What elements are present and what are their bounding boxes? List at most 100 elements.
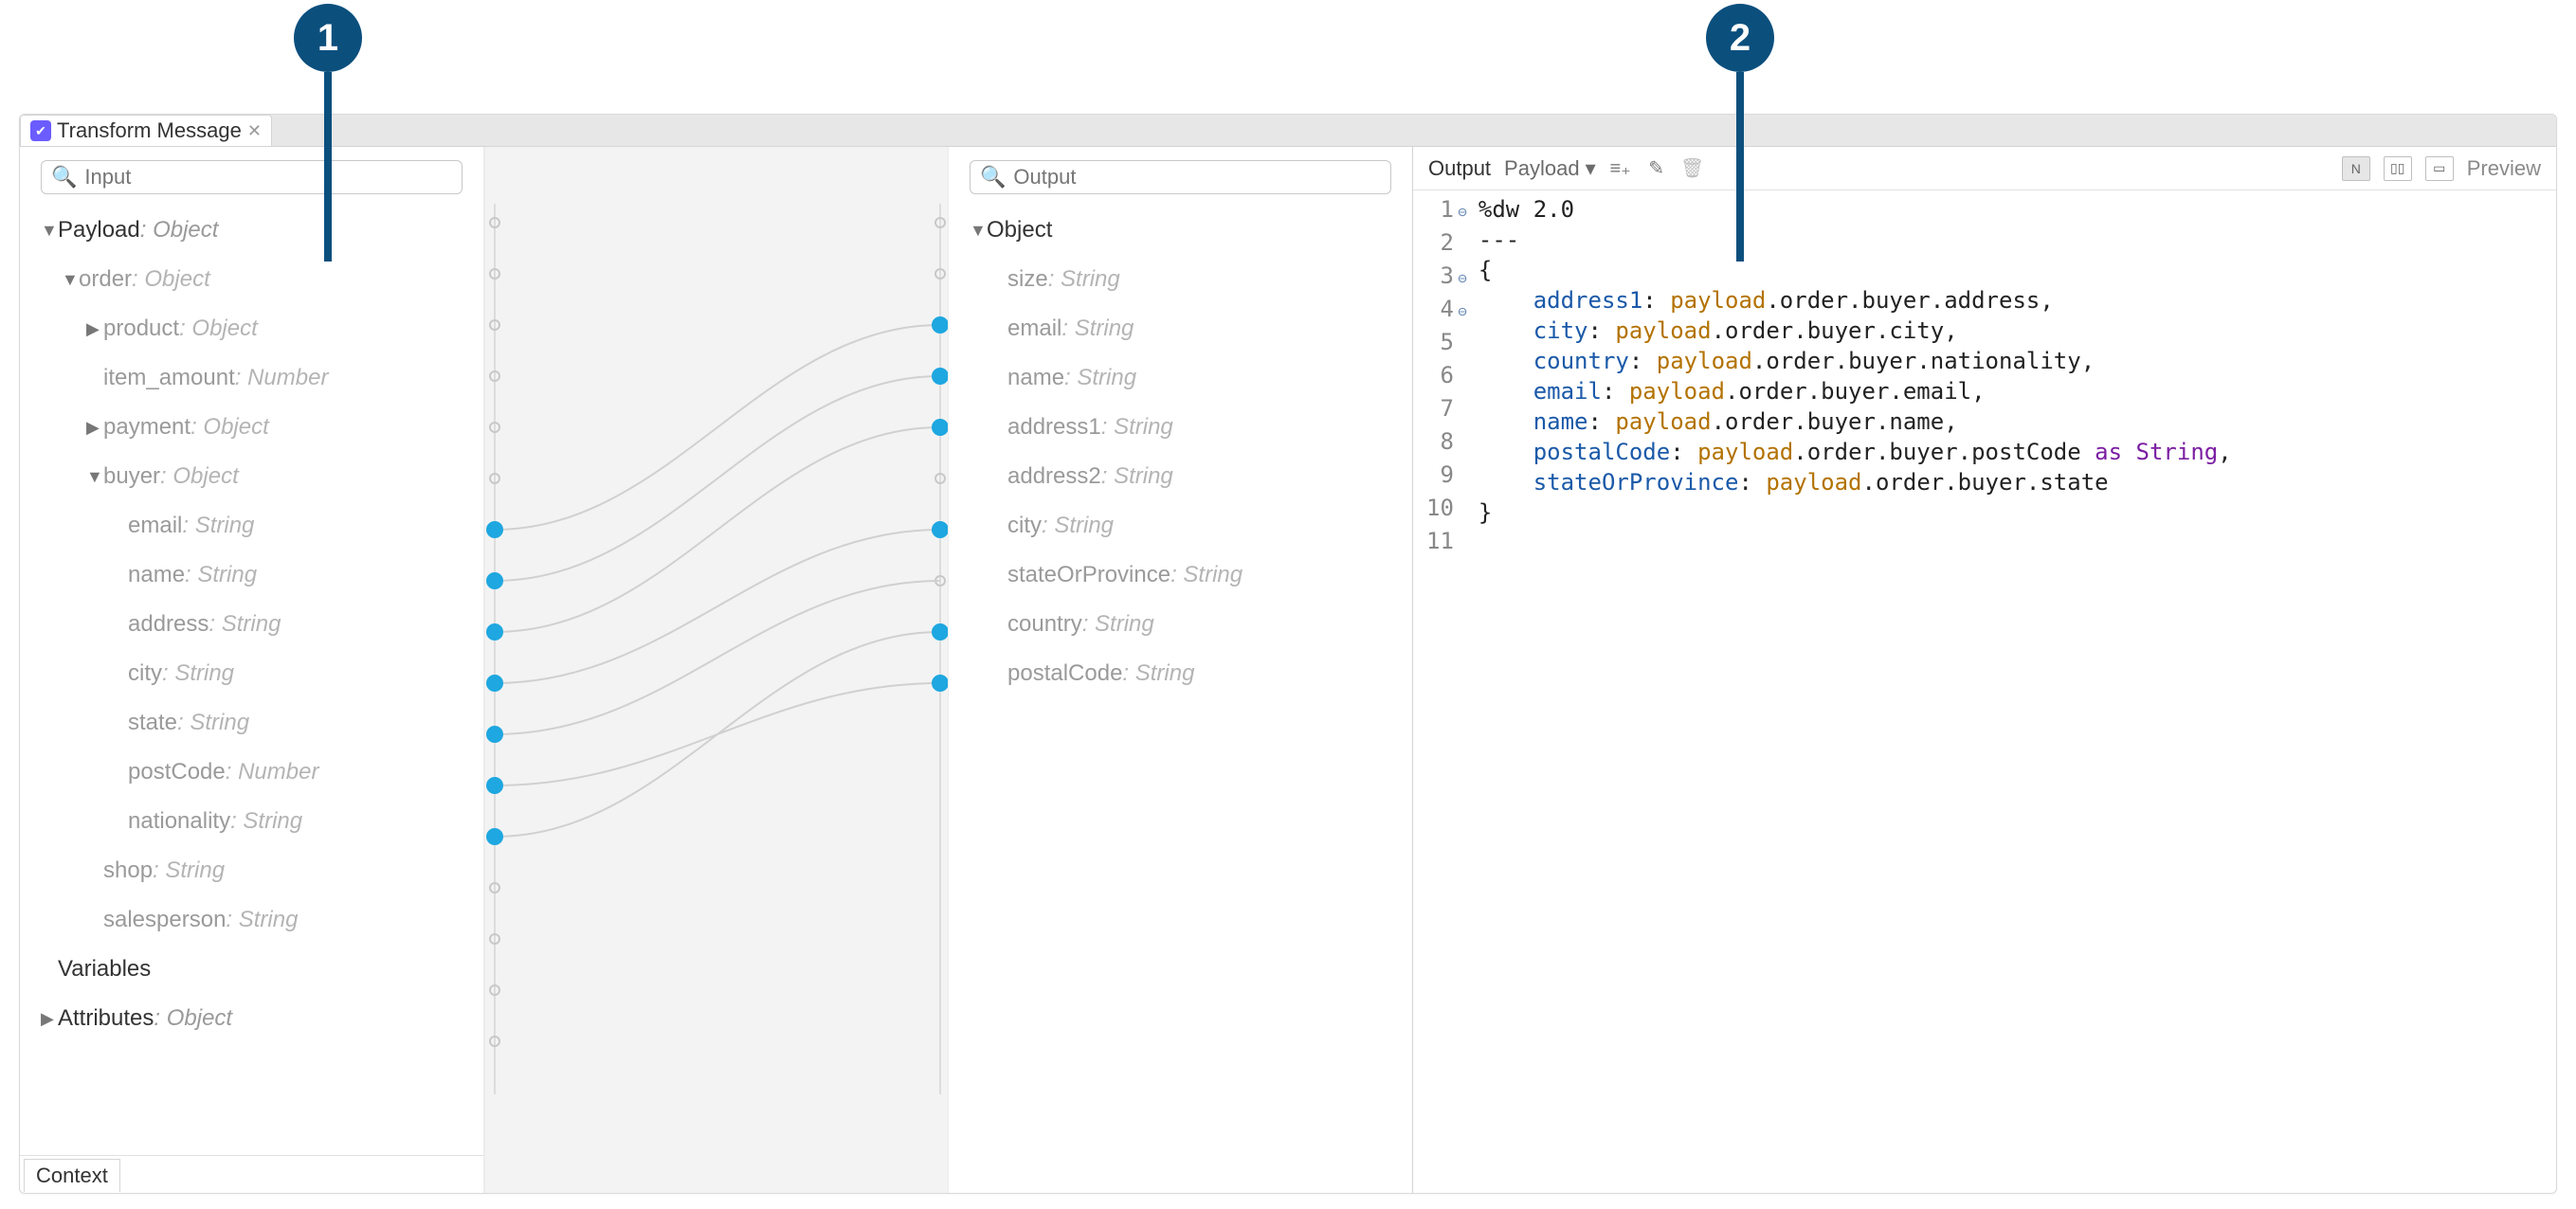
field-type: : String [1061,316,1134,342]
code-line[interactable]: name: payload.order.buyer.name, [1478,406,2556,437]
field-type: : String [230,808,302,835]
field-name: postalCode [1007,660,1122,687]
gutter-line: 2 [1426,227,1467,261]
field-name: address1 [1007,414,1101,441]
transform-message-window: ✔ Transform Message ✕ 🔍 ▼Payload : Objec… [19,114,2557,1194]
field-type: : String [209,611,281,638]
output-tree[interactable]: ▼Objectsize : Stringemail : Stringname :… [949,206,1412,1193]
tree-row[interactable]: ▼order : Object [35,255,468,304]
tree-row[interactable]: Variables [35,945,468,994]
output-search-field[interactable] [1013,165,1381,189]
gutter-line: 5 [1426,327,1467,360]
tree-row[interactable]: salesperson : String [35,895,468,945]
code-line[interactable]: country: payload.order.buyer.nationality… [1478,346,2556,376]
tree-row[interactable]: ▶product : Object [35,304,468,353]
code-line[interactable]: } [1478,497,2556,528]
field-type: : String [182,513,254,539]
edit-icon[interactable]: ✎ [1645,157,1668,180]
field-name: postCode [128,759,226,785]
gutter-line: 8 [1426,426,1467,460]
tree-row[interactable]: address : String [35,600,468,649]
code-line[interactable]: --- [1478,225,2556,255]
tree-row[interactable]: ▼Payload : Object [35,206,468,255]
chevron-right-icon[interactable]: ▶ [41,1009,58,1029]
field-name: Object [987,217,1052,244]
input-search[interactable]: 🔍 [41,160,463,194]
search-icon: 🔍 [51,165,77,189]
chevron-right-icon[interactable]: ▶ [86,319,103,339]
code-line[interactable]: { [1478,255,2556,285]
tree-row[interactable]: ▼Object [964,206,1397,255]
tree-row[interactable]: email : String [964,304,1397,353]
close-icon[interactable]: ✕ [247,121,262,141]
tree-row[interactable]: name : String [964,353,1397,403]
tree-row[interactable]: email : String [35,501,468,550]
tree-row[interactable]: postalCode : String [964,649,1397,698]
tree-row[interactable]: city : String [964,501,1397,550]
tree-row[interactable]: address1 : String [964,403,1397,452]
add-target-icon[interactable]: ≡₊ [1609,157,1632,180]
field-name: stateOrProvince [1007,562,1170,588]
code-line[interactable]: email: payload.order.buyer.email, [1478,376,2556,406]
tree-row[interactable]: state : String [35,698,468,748]
output-search[interactable]: 🔍 [970,160,1391,194]
input-tree-pane: 🔍 ▼Payload : Object▼order : Object▶produ… [20,147,484,1193]
chevron-down-icon: ▾ [1586,156,1596,181]
tab-title: Transform Message [57,118,242,143]
callout-1-line [324,72,332,262]
view-split-button[interactable]: ▯▯ [2384,156,2412,181]
field-type: : Object [140,217,219,244]
input-tree[interactable]: ▼Payload : Object▼order : Object▶product… [20,206,483,1155]
gutter-line: 11 [1426,526,1467,559]
chevron-down-icon[interactable]: ▼ [41,221,58,241]
mapping-svg [485,147,948,1193]
field-name: Attributes [58,1005,154,1032]
field-name: city [1007,513,1042,539]
field-name: Payload [58,217,140,244]
preview-label[interactable]: Preview [2467,156,2541,181]
view-source-button[interactable]: N [2342,156,2370,181]
chevron-right-icon[interactable]: ▶ [86,418,103,438]
chevron-down-icon[interactable]: ▼ [86,467,103,487]
callout-1: 1 [294,4,362,72]
tree-row[interactable]: ▼buyer : Object [35,452,468,501]
field-name: email [128,513,182,539]
code-line[interactable]: postalCode: payload.order.buyer.postCode… [1478,437,2556,467]
chevron-down-icon[interactable]: ▼ [62,270,79,290]
code-editor[interactable]: 1⊖2 3⊖4⊖5 6 7 8 9 10 11 %dw 2.0---{ addr… [1413,190,2556,1193]
field-name: state [128,710,177,736]
field-name: name [1007,365,1064,391]
tree-row[interactable]: address2 : String [964,452,1397,501]
payload-dropdown[interactable]: Payload▾ [1504,156,1596,181]
chevron-down-icon[interactable]: ▼ [970,221,987,241]
tree-row[interactable]: ▶payment : Object [35,403,468,452]
code-line[interactable]: city: payload.order.buyer.city, [1478,316,2556,346]
field-type: : String [153,857,225,884]
field-name: city [128,660,162,687]
delete-icon[interactable]: 🗑 [1681,157,1704,180]
tree-row[interactable]: size : String [964,255,1397,304]
field-type: : String [162,660,234,687]
tree-row[interactable]: name : String [35,550,468,600]
field-name: product [103,316,179,342]
tree-row[interactable]: stateOrProvince : String [964,550,1397,600]
tree-row[interactable]: nationality : String [35,797,468,846]
tab-transform-message[interactable]: ✔ Transform Message ✕ [20,115,272,146]
tree-row[interactable]: shop : String [35,846,468,895]
tree-row[interactable]: country : String [964,600,1397,649]
code-line[interactable]: stateOrProvince: payload.order.buyer.sta… [1478,467,2556,497]
tree-row[interactable]: city : String [35,649,468,698]
mapping-pane[interactable] [484,147,949,1193]
tree-row[interactable]: postCode : Number [35,748,468,797]
code-line[interactable]: address1: payload.order.buyer.address, [1478,285,2556,316]
view-preview-button[interactable]: ▭ [2425,156,2454,181]
gutter-line: 7 [1426,393,1467,426]
code-line[interactable]: %dw 2.0 [1478,194,2556,225]
bottom-bar: Context [20,1155,483,1193]
tab-context[interactable]: Context [24,1159,120,1192]
field-type: : String [226,907,298,933]
input-search-field[interactable] [84,165,452,189]
callout-2: 2 [1706,4,1774,72]
tree-row[interactable]: item_amount : Number [35,353,468,403]
tree-row[interactable]: ▶Attributes : Object [35,994,468,1043]
